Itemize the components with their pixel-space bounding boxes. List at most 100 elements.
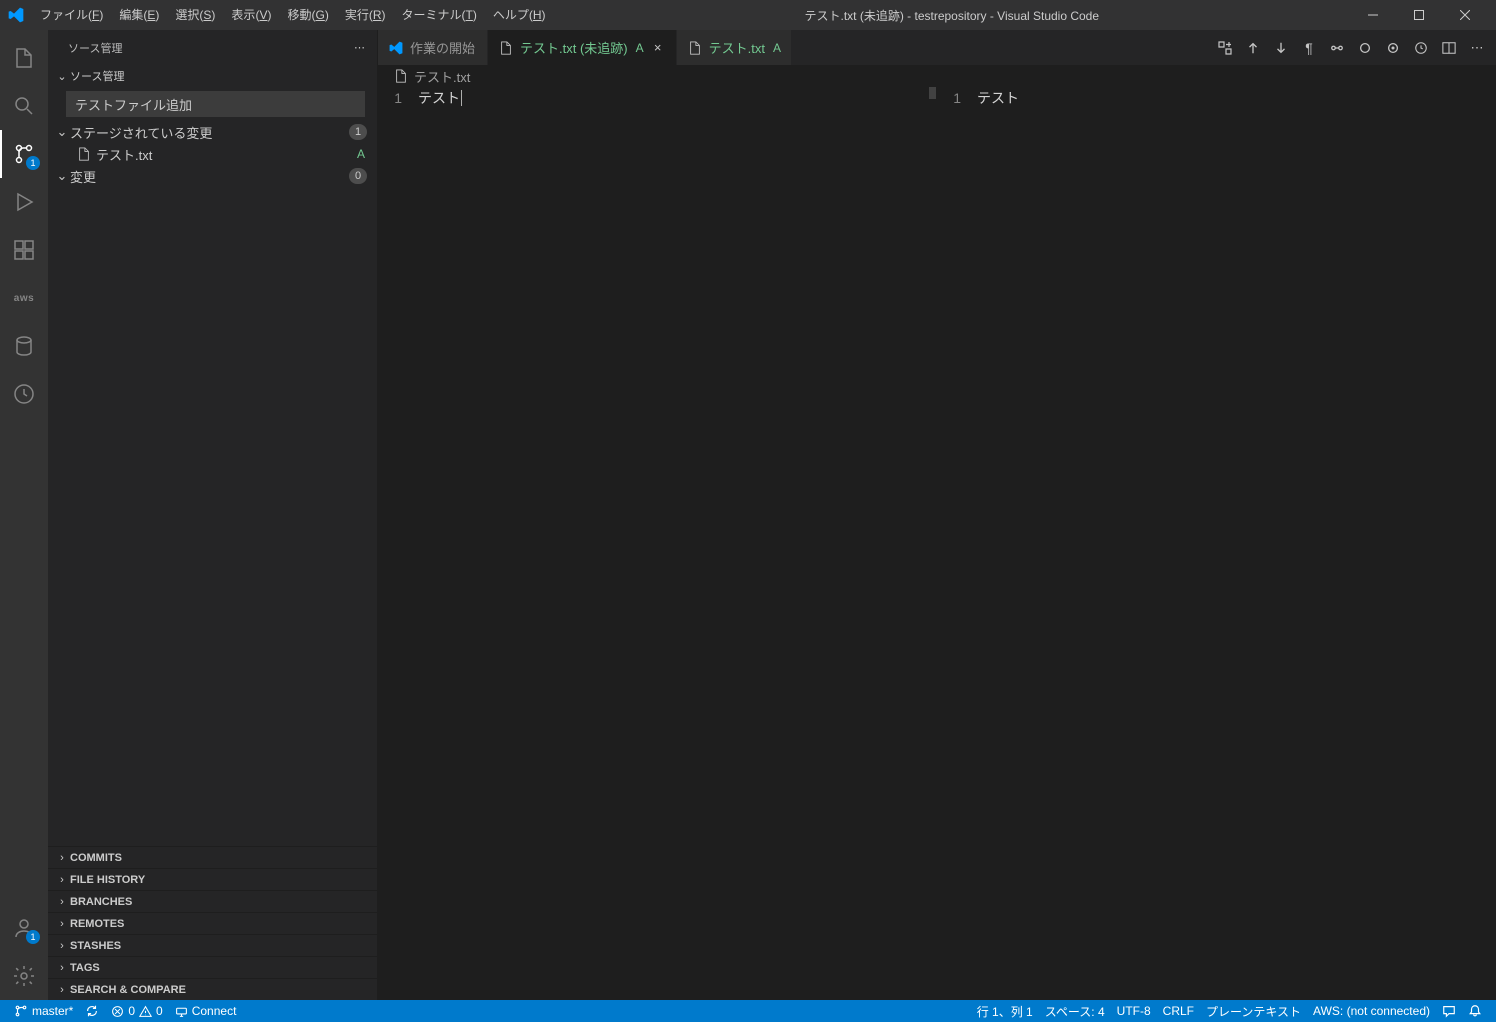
staged-changes-group[interactable]: ⌄ ステージされている変更 1: [48, 121, 377, 143]
file-icon: [394, 69, 408, 83]
split-editor-icon[interactable]: [1440, 39, 1458, 57]
gutter: 1: [378, 87, 418, 1000]
text-cursor: [461, 90, 462, 106]
status-language[interactable]: プレーンテキスト: [1200, 1000, 1307, 1022]
status-feedback-icon[interactable]: [1436, 1000, 1462, 1022]
menu-run[interactable]: 実行(R): [337, 0, 394, 30]
code-area[interactable]: テスト: [418, 87, 937, 1000]
activity-database[interactable]: [0, 322, 48, 370]
tab-file-untracked[interactable]: テスト.txt (未追跡) A ×: [488, 30, 677, 65]
menu-edit[interactable]: 編集(E): [111, 0, 167, 30]
status-bar: master* 0 0 Connect 行 1、列 1 スペース: 4 UTF-…: [0, 1000, 1496, 1022]
commit-message-input[interactable]: [66, 91, 365, 117]
staged-file-name: テスト.txt: [96, 145, 357, 164]
close-button[interactable]: [1442, 0, 1488, 30]
editor-pane-left[interactable]: 1 テスト: [378, 87, 937, 1000]
menu-terminal[interactable]: ターミナル(T): [394, 0, 485, 30]
activity-explorer[interactable]: [0, 34, 48, 82]
section-commits[interactable]: ›COMMITS: [48, 846, 377, 868]
status-encoding[interactable]: UTF-8: [1111, 1000, 1157, 1022]
editor-pane-right[interactable]: 1 テスト: [937, 87, 1496, 1000]
chevron-right-icon: ›: [54, 962, 70, 974]
status-problems[interactable]: 0 0: [105, 1000, 168, 1022]
status-bell-icon[interactable]: [1462, 1000, 1488, 1022]
arrow-down-icon[interactable]: [1272, 39, 1290, 57]
file-icon: [687, 40, 703, 56]
open-changes-icon[interactable]: [1216, 39, 1234, 57]
menu-view[interactable]: 表示(V): [223, 0, 279, 30]
changes-group[interactable]: ⌄ 変更 0: [48, 165, 377, 187]
menu-file[interactable]: ファイル(F): [32, 0, 111, 30]
changes-count-badge: 0: [349, 168, 367, 184]
sidebar: ソース管理 ⋯ ⌄ ソース管理 ⌄ ステージされている変更 1 テスト.txt …: [48, 30, 378, 1000]
status-connect[interactable]: Connect: [169, 1000, 243, 1022]
activity-accounts[interactable]: 1: [0, 904, 48, 952]
status-sync[interactable]: [79, 1000, 105, 1022]
clock-icon[interactable]: [1412, 39, 1430, 57]
overview-ruler[interactable]: [923, 87, 937, 1000]
chevron-right-icon: ›: [54, 940, 70, 952]
file-status-added: A: [357, 147, 365, 161]
section-remotes[interactable]: ›REMOTES: [48, 912, 377, 934]
vscode-logo-icon: [388, 40, 404, 56]
circle-icon[interactable]: [1356, 39, 1374, 57]
status-branch[interactable]: master*: [8, 1000, 79, 1022]
menu-help[interactable]: ヘルプ(H): [485, 0, 554, 30]
tab-welcome[interactable]: 作業の開始: [378, 30, 488, 65]
section-branches[interactable]: ›BRANCHES: [48, 890, 377, 912]
scm-badge: 1: [26, 156, 40, 170]
more-icon[interactable]: ⋯: [1468, 39, 1486, 57]
menu-selection[interactable]: 選択(S): [167, 0, 223, 30]
sidebar-header: ソース管理 ⋯: [48, 30, 377, 65]
tab-close-icon[interactable]: ×: [650, 40, 666, 55]
scm-provider-header[interactable]: ⌄ ソース管理: [48, 65, 377, 87]
breadcrumb[interactable]: テスト.txt: [378, 65, 1496, 87]
vscode-logo-icon: [8, 7, 24, 23]
menu-bar: ファイル(F) 編集(E) 選択(S) 表示(V) 移動(G) 実行(R) ター…: [32, 0, 554, 30]
circle-dot-icon[interactable]: [1384, 39, 1402, 57]
activity-source-control[interactable]: 1: [0, 130, 48, 178]
file-icon: [498, 40, 514, 56]
chevron-right-icon: ›: [54, 896, 70, 908]
gutter: 1: [937, 87, 977, 1000]
status-indentation[interactable]: スペース: 4: [1039, 1000, 1111, 1022]
chevron-right-icon: ›: [54, 918, 70, 930]
activity-bar: 1 aws 1: [0, 30, 48, 1000]
activity-run-debug[interactable]: [0, 178, 48, 226]
overview-ruler[interactable]: [1482, 87, 1496, 1000]
section-search-compare[interactable]: ›SEARCH & COMPARE: [48, 978, 377, 1000]
chevron-right-icon: ›: [54, 852, 70, 864]
editor-area: 作業の開始 テスト.txt (未追跡) A × テスト.txt A ¶: [378, 30, 1496, 1000]
code-area[interactable]: テスト: [977, 87, 1496, 1000]
window-controls: [1350, 0, 1488, 30]
staged-file-row[interactable]: テスト.txt A: [48, 143, 377, 165]
staged-changes-label: ステージされている変更: [70, 123, 349, 142]
section-stashes[interactable]: ›STASHES: [48, 934, 377, 956]
titlebar: ファイル(F) 編集(E) 選択(S) 表示(V) 移動(G) 実行(R) ター…: [0, 0, 1496, 30]
status-aws[interactable]: AWS: (not connected): [1307, 1000, 1436, 1022]
file-icon: [76, 147, 92, 161]
sidebar-title: ソース管理: [68, 40, 354, 56]
tab-file-diff[interactable]: テスト.txt A: [677, 30, 792, 65]
arrow-up-icon[interactable]: [1244, 39, 1262, 57]
activity-search[interactable]: [0, 82, 48, 130]
minimize-button[interactable]: [1350, 0, 1396, 30]
sidebar-more-icon[interactable]: ⋯: [354, 41, 365, 54]
tab-bar: 作業の開始 テスト.txt (未追跡) A × テスト.txt A ¶: [378, 30, 1496, 65]
section-file-history[interactable]: ›FILE HISTORY: [48, 868, 377, 890]
breadcrumb-file: テスト.txt: [414, 67, 470, 86]
activity-settings[interactable]: [0, 952, 48, 1000]
changes-label: 変更: [70, 167, 349, 186]
status-eol[interactable]: CRLF: [1157, 1000, 1200, 1022]
editor-actions: ¶ ⋯: [1206, 30, 1496, 65]
activity-gitlens[interactable]: [0, 370, 48, 418]
circle-icon[interactable]: [1328, 39, 1346, 57]
status-cursor-position[interactable]: 行 1、列 1: [971, 1000, 1039, 1022]
menu-go[interactable]: 移動(G): [279, 0, 336, 30]
maximize-button[interactable]: [1396, 0, 1442, 30]
section-tags[interactable]: ›TAGS: [48, 956, 377, 978]
staged-count-badge: 1: [349, 124, 367, 140]
pilcrow-icon[interactable]: ¶: [1300, 39, 1318, 57]
activity-aws[interactable]: aws: [0, 274, 48, 322]
activity-extensions[interactable]: [0, 226, 48, 274]
